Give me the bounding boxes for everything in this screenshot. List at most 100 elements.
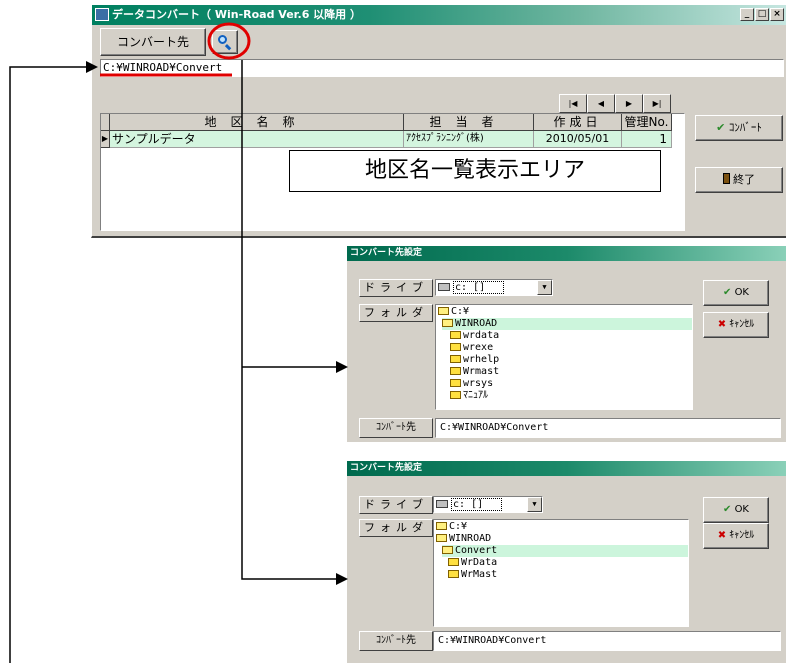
x-cancel-icon: ✖ (717, 530, 727, 541)
folder-icon (450, 343, 461, 351)
dest-path-field[interactable]: C:¥WINROAD¥Convert (435, 418, 781, 438)
checkmark-icon: ✔ (722, 287, 732, 298)
ok-label: OK (734, 504, 749, 515)
folder-item[interactable]: WrMast (448, 569, 688, 581)
maximize-button[interactable]: □ (755, 8, 769, 21)
folder-name: C:¥ (451, 306, 470, 317)
col-header-no[interactable]: 管理No. (622, 114, 672, 131)
convert-button[interactable]: ✔ ｺﾝﾊﾞｰﾄ (695, 115, 783, 141)
ok-label: OK (734, 287, 749, 298)
drive-select[interactable]: c: [] ▼ (433, 496, 543, 513)
table-cell-date[interactable]: 2010/05/01 (534, 131, 622, 148)
folder-item[interactable]: WINROAD (436, 533, 688, 545)
folder-name: WINROAD (449, 533, 492, 544)
folder-name: wrhelp (463, 354, 500, 365)
dest-path-field[interactable]: C:¥WINROAD¥Convert (433, 631, 781, 651)
close-button[interactable]: × (770, 8, 784, 21)
dest-label: ｺﾝﾊﾞｰﾄ先 (359, 418, 433, 438)
folder-item[interactable]: wrexe (450, 342, 692, 354)
main-window: データコンバート（ Win-Road Ver.6 以降用 ） _ □ × コンバ… (91, 4, 786, 238)
col-header-district[interactable]: 地区名称 (110, 114, 404, 131)
folder-item[interactable]: wrsys (450, 378, 692, 390)
checkmark-icon: ✔ (722, 504, 732, 515)
dialog1-title: コンバート先設定 (350, 248, 423, 258)
folder-label: フォルダ (359, 304, 433, 322)
drive-value: c: [] (451, 498, 503, 511)
folder-icon (450, 391, 461, 399)
dest-label: ｺﾝﾊﾞｰﾄ先 (359, 631, 433, 651)
exit-button[interactable]: 終了 (695, 167, 783, 193)
folder-icon (450, 331, 461, 339)
cancel-button[interactable]: ✖ ｷｬﾝｾﾙ (703, 523, 769, 549)
magnifier-icon (218, 35, 232, 51)
row-indicator-icon: ▶ (101, 131, 110, 148)
folder-item[interactable]: wrhelp (450, 354, 692, 366)
col-header-date[interactable]: 作成日 (534, 114, 622, 131)
prev-record-button[interactable]: ◀ (587, 94, 615, 113)
folder-icon (450, 379, 461, 387)
folder-name: WINROAD (455, 318, 498, 329)
folder-icon (450, 355, 461, 363)
door-exit-icon (723, 173, 730, 184)
col-header-person[interactable]: 担当者 (404, 114, 534, 131)
chevron-down-icon[interactable]: ▼ (537, 280, 552, 295)
folder-tree[interactable]: C:¥ WINROAD wrdata wrexe wrhelp Wrmast wrsys ﾏﾆ… (435, 304, 693, 410)
last-record-button[interactable]: ▶| (643, 94, 671, 113)
folder-tree[interactable]: C:¥ WINROAD Convert WrData WrMast (433, 519, 689, 627)
convert-button-label: ｺﾝﾊﾞｰﾄ (728, 121, 762, 134)
drive-icon (436, 500, 448, 508)
folder-item[interactable]: C:¥ (438, 306, 692, 318)
open-folder-icon (436, 522, 447, 530)
dialog2-title-bar: コンバート先設定 (347, 461, 786, 476)
next-record-button[interactable]: ▶ (615, 94, 643, 113)
grid-corner (101, 114, 110, 131)
folder-item[interactable]: Convert (442, 545, 688, 557)
open-folder-icon (438, 307, 449, 315)
dialog1-title-bar: コンバート先設定 (347, 246, 786, 261)
ok-button[interactable]: ✔ OK (703, 280, 769, 306)
path-feedback-line (9, 66, 88, 663)
open-folder-icon (442, 546, 453, 554)
app-icon (95, 8, 109, 21)
chevron-down-icon[interactable]: ▼ (527, 497, 542, 512)
table-cell-person[interactable]: ｱｸｾｽﾌﾟﾗﾝﾆﾝｸﾞ(株) (404, 131, 534, 148)
folder-icon (448, 558, 459, 566)
folder-name: WrMast (461, 569, 498, 580)
folder-name: Convert (455, 545, 498, 556)
folder-icon (450, 367, 461, 375)
record-navigator: |◀ ◀ ▶ ▶| (559, 94, 671, 113)
cancel-label: ｷｬﾝｾﾙ (729, 530, 755, 541)
ok-button[interactable]: ✔ OK (703, 497, 769, 523)
open-folder-icon (436, 534, 447, 542)
folder-item[interactable]: Wrmast (450, 366, 692, 378)
convert-dest-dialog-2: コンバート先設定 ドライブ c: [] ▼ フォルダ C:¥ WINROAD Con… (347, 461, 786, 663)
open-folder-icon (442, 319, 453, 327)
folder-item[interactable]: WrData (448, 557, 688, 569)
folder-item[interactable]: WINROAD (442, 318, 692, 330)
folder-name: C:¥ (449, 521, 468, 532)
drive-label: ドライブ (359, 279, 433, 297)
table-cell-no[interactable]: 1 (622, 131, 672, 148)
folder-icon (448, 570, 459, 578)
folder-label: フォルダ (359, 519, 433, 537)
convert-dest-tab[interactable]: コンバート先 (100, 28, 206, 56)
checkmark-icon: ✔ (716, 121, 726, 134)
window-title: データコンバート（ Win-Road Ver.6 以降用 ） (112, 8, 362, 21)
drive-select[interactable]: c: [] ▼ (435, 279, 553, 296)
convert-dest-dialog-1: コンバート先設定 ドライブ c: [] ▼ フォルダ C:¥ WINROAD wrd… (347, 246, 786, 442)
x-cancel-icon: ✖ (717, 319, 727, 330)
convert-path-field[interactable]: C:¥WINROAD¥Convert (100, 59, 784, 77)
first-record-button[interactable]: |◀ (559, 94, 587, 113)
browse-folder-button[interactable] (212, 30, 238, 54)
cancel-label: ｷｬﾝｾﾙ (729, 319, 755, 330)
table-cell-district[interactable]: サンプルデータ (110, 131, 404, 148)
folder-name: wrdata (463, 330, 500, 341)
folder-name: WrData (461, 557, 498, 568)
folder-item[interactable]: ﾏﾆｭｱﾙ (450, 390, 692, 402)
folder-item[interactable]: wrdata (450, 330, 692, 342)
folder-name: ﾏﾆｭｱﾙ (463, 390, 488, 401)
folder-item[interactable]: C:¥ (436, 521, 688, 533)
district-list-area-label: 地区名一覧表示エリア (289, 150, 661, 192)
minimize-button[interactable]: _ (740, 8, 754, 21)
cancel-button[interactable]: ✖ ｷｬﾝｾﾙ (703, 312, 769, 338)
